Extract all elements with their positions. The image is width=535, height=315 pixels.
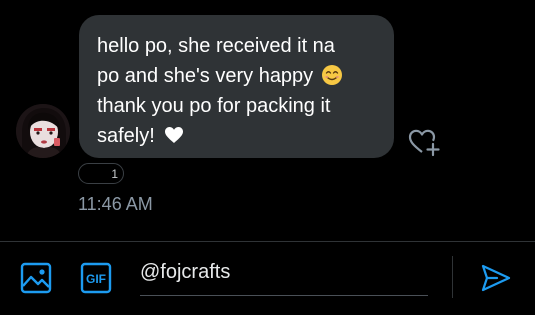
message-text-part-2: thank you po for packing it — [97, 95, 331, 117]
add-reaction-button[interactable] — [407, 124, 443, 158]
reaction-pill[interactable]: 1 — [78, 163, 124, 184]
avatar[interactable] — [16, 104, 70, 158]
message-bubble[interactable]: hello po, she received it na po and she'… — [79, 15, 394, 158]
gif-icon: GIF — [80, 262, 112, 294]
heart-icon — [165, 127, 184, 143]
gif-button[interactable]: GIF — [80, 262, 112, 294]
send-icon — [481, 264, 511, 292]
message-timestamp: 11:46 AM — [78, 194, 153, 214]
reaction-emoji-icon — [85, 167, 99, 181]
avatar-image — [16, 104, 70, 158]
composer-divider — [0, 241, 535, 242]
heart-plus-icon — [408, 129, 440, 157]
send-button[interactable] — [480, 262, 512, 294]
message-input-value: @fojcrafts — [140, 261, 231, 283]
message-text: hello po, she received it na po and she'… — [97, 31, 376, 151]
message-input[interactable]: @fojcrafts — [140, 258, 428, 296]
svg-text:GIF: GIF — [86, 272, 106, 286]
image-button[interactable] — [20, 262, 52, 294]
smiling-face-icon — [321, 65, 342, 85]
composer-separator — [452, 256, 453, 298]
message-text-part-1: hello po, she received it na po and she'… — [97, 35, 335, 87]
image-icon — [20, 262, 52, 294]
message-text-part-3: safely! — [97, 125, 155, 147]
reaction-count: 1 — [111, 167, 118, 181]
